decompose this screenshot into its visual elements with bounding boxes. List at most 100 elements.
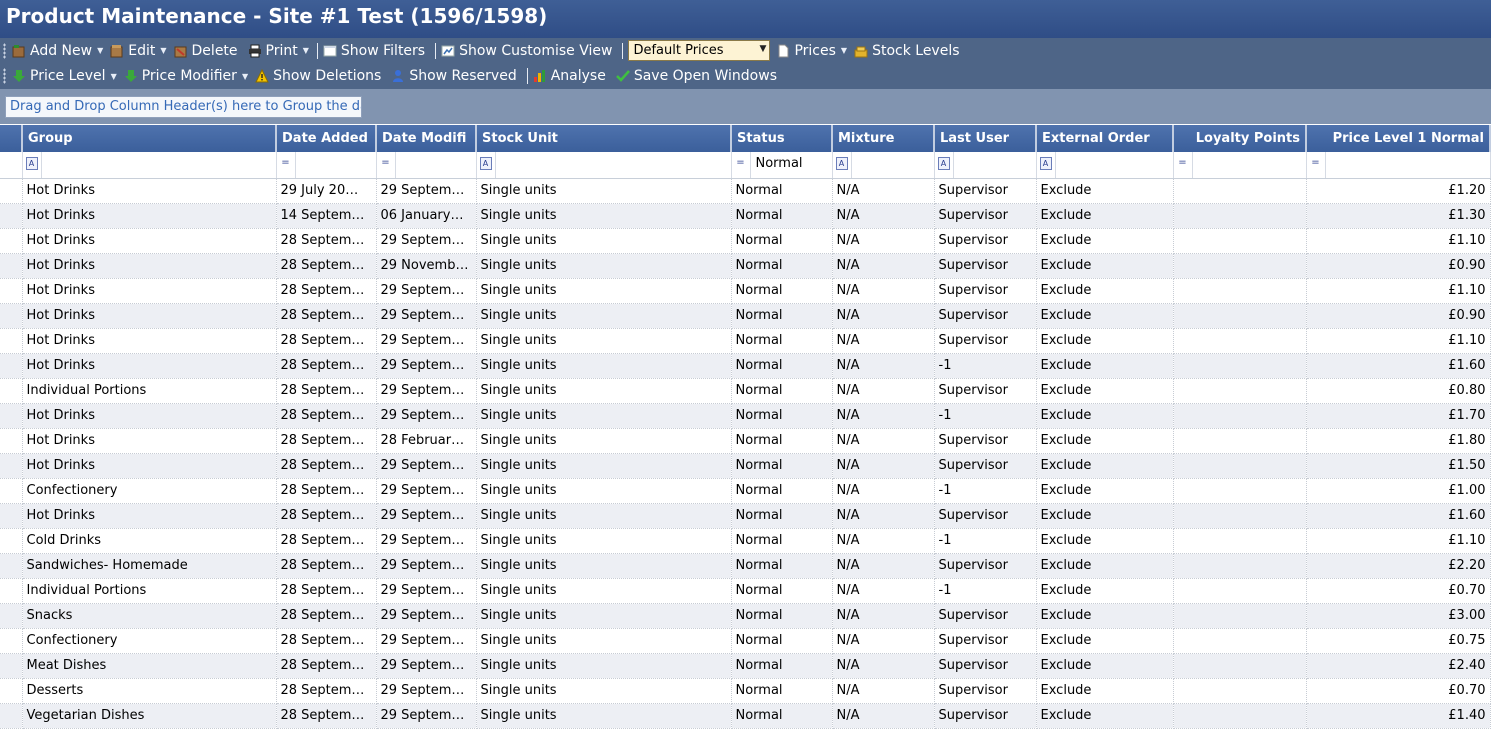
table-row[interactable]: Hot Drinks 28 Septem… 29 Septem… Single uni… — [0, 278, 1491, 304]
cell-mixture[interactable]: N/A — [832, 453, 935, 479]
cell-stock-unit[interactable]: Single units — [476, 178, 732, 204]
cell-group[interactable]: Hot Drinks — [22, 303, 277, 329]
row-indicator[interactable] — [0, 528, 23, 554]
cell-status[interactable]: Normal — [731, 403, 833, 429]
cell-stock-unit[interactable]: Single units — [476, 403, 732, 429]
cell-date-modified[interactable]: 29 Septem… — [376, 403, 477, 429]
cell-date-modified[interactable]: 29 Septem… — [376, 628, 477, 654]
cell-last-user[interactable]: -1 — [934, 578, 1037, 604]
cell-loyalty-points[interactable] — [1173, 553, 1307, 579]
cell-last-user[interactable]: Supervisor — [934, 653, 1037, 679]
column-header-status[interactable]: Status — [731, 125, 833, 152]
cell-group[interactable]: Hot Drinks — [22, 328, 277, 354]
cell-status[interactable]: Normal — [731, 653, 833, 679]
cell-mixture[interactable]: N/A — [832, 403, 935, 429]
column-header-price-level-1-normal[interactable]: Price Level 1 Normal — [1306, 125, 1491, 152]
cell-status[interactable]: Normal — [731, 478, 833, 504]
cell-last-user[interactable]: Supervisor — [934, 253, 1037, 279]
cell-group[interactable]: Desserts — [22, 678, 277, 704]
cell-mixture[interactable]: N/A — [832, 328, 935, 354]
cell-mixture[interactable]: N/A — [832, 553, 935, 579]
table-row[interactable]: Hot Drinks 28 Septem… 29 Septem… Single uni… — [0, 503, 1491, 529]
cell-last-user[interactable]: Supervisor — [934, 703, 1037, 729]
cell-group[interactable]: Sandwiches- Homemade — [22, 553, 277, 579]
cell-price-level-1-normal[interactable]: £1.10 — [1306, 528, 1491, 554]
row-indicator[interactable] — [0, 203, 23, 229]
cell-mixture[interactable]: N/A — [832, 528, 935, 554]
text-filter-icon[interactable]: A — [479, 157, 492, 170]
cell-date-modified[interactable]: 29 Septem… — [376, 653, 477, 679]
cell-last-user[interactable]: -1 — [934, 403, 1037, 429]
table-row[interactable]: Snacks 28 Septem… 29 Septem… Single units No… — [0, 603, 1491, 629]
cell-mixture[interactable]: N/A — [832, 703, 935, 729]
cell-date-modified[interactable]: 29 Septem… — [376, 528, 477, 554]
row-indicator[interactable] — [0, 328, 23, 354]
cell-date-added[interactable]: 28 Septem… — [276, 228, 377, 254]
cell-loyalty-points[interactable] — [1173, 478, 1307, 504]
cell-last-user[interactable]: Supervisor — [934, 178, 1037, 204]
row-indicator[interactable] — [0, 353, 23, 379]
cell-external-order[interactable]: Exclude — [1036, 353, 1174, 379]
filter-cell-last-user[interactable]: A — [934, 152, 1037, 179]
cell-date-added[interactable]: 28 Septem… — [276, 428, 377, 454]
cell-group[interactable]: Individual Portions — [22, 378, 277, 404]
cell-date-modified[interactable]: 29 Septem… — [376, 378, 477, 404]
cell-status[interactable]: Normal — [731, 503, 833, 529]
cell-stock-unit[interactable]: Single units — [476, 578, 732, 604]
cell-external-order[interactable]: Exclude — [1036, 253, 1174, 279]
cell-date-added[interactable]: 28 Septem… — [276, 403, 377, 429]
column-header-stock-unit[interactable]: Stock Unit — [476, 125, 732, 152]
cell-stock-unit[interactable]: Single units — [476, 203, 732, 229]
cell-loyalty-points[interactable] — [1173, 228, 1307, 254]
cell-last-user[interactable]: Supervisor — [934, 603, 1037, 629]
group-by-panel[interactable]: Drag and Drop Column Header(s) here to G… — [0, 89, 1491, 124]
cell-group[interactable]: Confectionery — [22, 628, 277, 654]
table-row[interactable]: Individual Portions 28 Septem… 29 Septem… S… — [0, 578, 1491, 604]
cell-mixture[interactable]: N/A — [832, 353, 935, 379]
cell-mixture[interactable]: N/A — [832, 378, 935, 404]
cell-loyalty-points[interactable] — [1173, 603, 1307, 629]
cell-date-added[interactable]: 28 Septem… — [276, 603, 377, 629]
cell-last-user[interactable]: -1 — [934, 353, 1037, 379]
cell-date-modified[interactable]: 29 Novemb… — [376, 253, 477, 279]
cell-date-modified[interactable]: 29 Septem… — [376, 228, 477, 254]
cell-price-level-1-normal[interactable]: £1.10 — [1306, 328, 1491, 354]
row-indicator[interactable] — [0, 653, 23, 679]
filter-cell-group[interactable]: A — [22, 152, 277, 179]
print-button[interactable]: Print — [246, 40, 300, 62]
cell-date-added[interactable]: 28 Septem… — [276, 553, 377, 579]
analyse-button[interactable]: Analyse — [531, 65, 608, 87]
cell-external-order[interactable]: Exclude — [1036, 628, 1174, 654]
save-open-windows-button[interactable]: Save Open Windows — [614, 65, 779, 87]
cell-date-added[interactable]: 28 Septem… — [276, 453, 377, 479]
cell-mixture[interactable]: N/A — [832, 278, 935, 304]
cell-external-order[interactable]: Exclude — [1036, 203, 1174, 229]
price-modifier-dropdown-arrow[interactable]: ▼ — [242, 72, 248, 81]
print-dropdown-arrow[interactable]: ▼ — [303, 46, 309, 55]
cell-group[interactable]: Confectionery — [22, 478, 277, 504]
cell-mixture[interactable]: N/A — [832, 653, 935, 679]
cell-date-modified[interactable]: 28 Februar… — [376, 428, 477, 454]
row-indicator[interactable] — [0, 303, 23, 329]
price-modifier-button[interactable]: Price Modifier — [122, 65, 239, 87]
cell-status[interactable]: Normal — [731, 228, 833, 254]
cell-date-added[interactable]: 28 Septem… — [276, 503, 377, 529]
cell-status[interactable]: Normal — [731, 553, 833, 579]
column-header-last-user[interactable]: Last User — [934, 125, 1037, 152]
cell-stock-unit[interactable]: Single units — [476, 678, 732, 704]
toolbar-grip[interactable] — [3, 68, 6, 84]
cell-last-user[interactable]: Supervisor — [934, 228, 1037, 254]
cell-external-order[interactable]: Exclude — [1036, 278, 1174, 304]
cell-stock-unit[interactable]: Single units — [476, 503, 732, 529]
cell-status[interactable]: Normal — [731, 278, 833, 304]
cell-group[interactable]: Hot Drinks — [22, 428, 277, 454]
column-header-group[interactable]: Group — [22, 125, 277, 152]
table-row[interactable]: Confectionery 28 Septem… 29 Septem… Single … — [0, 478, 1491, 504]
cell-group[interactable]: Hot Drinks — [22, 453, 277, 479]
cell-date-added[interactable]: 28 Septem… — [276, 653, 377, 679]
cell-external-order[interactable]: Exclude — [1036, 553, 1174, 579]
table-row[interactable]: Hot Drinks 28 Septem… 29 Septem… Single uni… — [0, 228, 1491, 254]
cell-status[interactable]: Normal — [731, 303, 833, 329]
cell-status[interactable]: Normal — [731, 603, 833, 629]
show-deletions-button[interactable]: Show Deletions — [253, 65, 383, 87]
